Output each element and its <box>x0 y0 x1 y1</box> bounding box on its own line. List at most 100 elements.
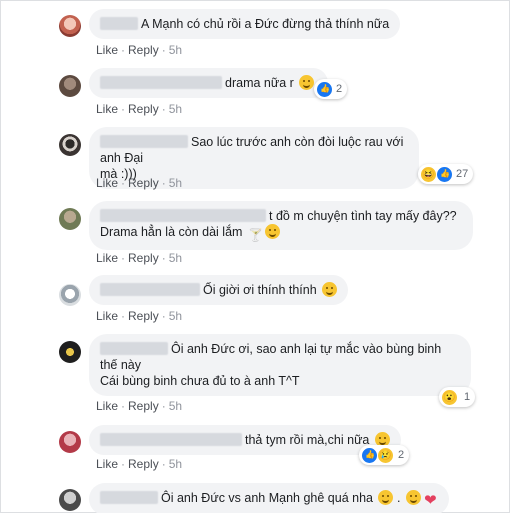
comment-bubble: thả tym rồi mà,chi nữa <box>89 425 401 455</box>
comment-actions: Like · Reply · 5h <box>96 309 182 323</box>
reply-link[interactable]: Reply <box>128 457 159 471</box>
pacman-emoji-icon <box>299 75 315 90</box>
comment-text-line: t đồ m chuyện tình tay mấy đây?? <box>269 209 457 223</box>
reply-link[interactable]: Reply <box>128 309 159 323</box>
comment-bubble: Ôi anh Đức vs anh Mạnh ghê quá nha . ❤ <box>89 483 449 513</box>
comment-text-line: Cái bùng binh chưa đủ to à anh T^T <box>100 374 300 388</box>
like-link[interactable]: Like <box>96 399 118 413</box>
like-link[interactable]: Like <box>96 102 118 116</box>
avatar[interactable] <box>59 489 81 511</box>
like-link[interactable]: Like <box>96 309 118 323</box>
comment-bubble: Ối giời ơi thính thính <box>89 275 349 305</box>
redacted-name[interactable] <box>100 17 138 30</box>
sweat-smile-emoji-icon <box>378 490 394 505</box>
separator: · <box>161 102 166 116</box>
reply-link[interactable]: Reply <box>128 399 159 413</box>
reply-link[interactable]: Reply <box>128 43 159 57</box>
like-reaction-icon <box>317 81 332 97</box>
comment-time[interactable]: 5h <box>169 309 182 323</box>
reply-link[interactable]: Reply <box>128 251 159 265</box>
comment-bubble: drama nữa r <box>89 68 329 98</box>
reaction-summary[interactable]: 😮 1 <box>439 387 476 407</box>
comment-bubble: Ôi anh Đức ơi, sao anh lại tự mắc vào bù… <box>89 334 471 396</box>
reply-link[interactable]: Reply <box>128 176 159 190</box>
like-link[interactable]: Like <box>96 251 118 265</box>
separator: · <box>121 399 126 413</box>
comment-actions: Like · Reply · 5h <box>96 176 182 190</box>
laughing-emoji-icon <box>322 282 338 297</box>
avatar[interactable] <box>59 134 81 156</box>
comment-text-suffix: . <box>393 491 401 505</box>
wow-reaction-icon: 😮 <box>442 389 457 405</box>
comment-actions: Like · Reply · 5h <box>96 251 182 265</box>
comment-time[interactable]: 5h <box>169 399 182 413</box>
comment-text: Ối giời ơi thính thính <box>203 283 317 297</box>
comment-text: Ôi anh Đức vs anh Mạnh ghê quá nha <box>161 491 373 505</box>
redacted-name[interactable] <box>100 76 222 89</box>
comment-text: drama nữa r <box>225 76 294 90</box>
comment-actions: Like · Reply · 5h <box>96 457 182 471</box>
separator: · <box>161 43 166 57</box>
separator: · <box>161 399 166 413</box>
haha-reaction-icon: 😆 <box>421 166 436 182</box>
separator: · <box>161 251 166 265</box>
heart-emoji-icon: ❤ <box>424 492 437 509</box>
comment-time[interactable]: 5h <box>169 43 182 57</box>
crying-laughing-emoji-icon <box>264 224 280 239</box>
reaction-count: 1 <box>464 391 471 403</box>
comment-bubble: t đồ m chuyện tình tay mấy đây?? Drama h… <box>89 201 473 250</box>
comment-time[interactable]: 5h <box>169 457 182 471</box>
redacted-name[interactable] <box>100 433 242 446</box>
like-link[interactable]: Like <box>96 176 118 190</box>
comment-text-line: Drama hẳn là còn dài lắm <box>100 225 243 239</box>
comment-time[interactable]: 5h <box>169 176 182 190</box>
comment-text-line: Ôi anh Đức ơi, sao anh lại tự mắc vào bù… <box>171 342 442 356</box>
separator: · <box>121 176 126 190</box>
redacted-name[interactable] <box>100 135 188 148</box>
sad-reaction-icon: 😢 <box>378 447 393 463</box>
reaction-count: 2 <box>398 449 405 461</box>
avatar[interactable] <box>59 284 81 306</box>
reply-link[interactable]: Reply <box>128 102 159 116</box>
separator: · <box>161 457 166 471</box>
reaction-summary[interactable]: 😢 2 <box>359 445 410 465</box>
avatar[interactable] <box>59 208 81 230</box>
avatar[interactable] <box>59 15 81 37</box>
like-link[interactable]: Like <box>96 43 118 57</box>
laughing-emoji-icon <box>405 490 421 505</box>
cocktail-emoji-icon: 🍸 <box>247 228 263 242</box>
comment-thread: A Mạnh có chủ rồi a Đức đừng thả thính n… <box>0 0 510 513</box>
redacted-name[interactable] <box>100 209 266 222</box>
like-reaction-icon <box>437 166 452 182</box>
comment-time[interactable]: 5h <box>169 102 182 116</box>
separator: · <box>121 457 126 471</box>
reaction-count: 2 <box>336 83 343 95</box>
avatar[interactable] <box>59 341 81 363</box>
separator: · <box>121 251 126 265</box>
separator: · <box>121 309 126 323</box>
redacted-name[interactable] <box>100 491 158 504</box>
haha-face: 😆 <box>422 168 435 180</box>
comment-text: A Mạnh có chủ rồi a Đức đừng thả thính n… <box>141 17 390 31</box>
comment-time[interactable]: 5h <box>169 251 182 265</box>
sad-face: 😢 <box>379 449 392 461</box>
wow-face: 😮 <box>443 391 456 403</box>
reaction-summary[interactable]: 2 <box>314 79 348 99</box>
separator: · <box>161 309 166 323</box>
redacted-name[interactable] <box>100 283 200 296</box>
reaction-count: 27 <box>456 168 469 180</box>
comment-bubble: A Mạnh có chủ rồi a Đức đừng thả thính n… <box>89 9 401 39</box>
comment-text: thả tym rồi mà,chi nữa <box>245 433 370 447</box>
separator: · <box>161 176 166 190</box>
redacted-name[interactable] <box>100 342 168 355</box>
avatar[interactable] <box>59 431 81 453</box>
separator: · <box>121 102 126 116</box>
comment-actions: Like · Reply · 5h <box>96 399 182 413</box>
like-reaction-icon <box>362 447 377 463</box>
reaction-summary[interactable]: 😆 27 <box>418 164 474 184</box>
avatar[interactable] <box>59 75 81 97</box>
comment-text-line: thế này <box>100 358 142 372</box>
comment-actions: Like · Reply · 5h <box>96 102 182 116</box>
like-link[interactable]: Like <box>96 457 118 471</box>
comment-actions: Like · Reply · 5h <box>96 43 182 57</box>
